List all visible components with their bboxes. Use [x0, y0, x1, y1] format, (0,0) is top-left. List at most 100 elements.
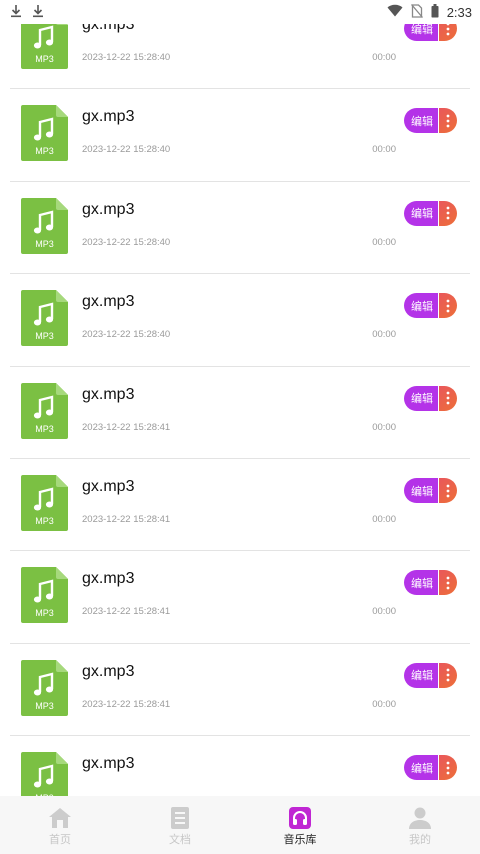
home-icon: [48, 807, 72, 829]
mp3-file-icon: MP3: [21, 567, 68, 624]
file-list-item[interactable]: MP3 gx.mp3 2023-12-22 15:28:40 00:00 编辑: [10, 89, 470, 182]
mp3-file-icon: MP3: [21, 659, 68, 716]
tab-user[interactable]: 我的: [360, 796, 480, 854]
file-type-label: MP3: [35, 331, 54, 342]
more-vertical-icon: [446, 761, 450, 775]
file-name: gx.mp3: [82, 200, 135, 218]
tab-label: 我的: [409, 834, 431, 846]
file-duration: 00:00: [372, 236, 396, 248]
mp3-file-icon: MP3: [21, 382, 68, 439]
row-actions: 编辑: [404, 200, 457, 226]
edit-button[interactable]: 编辑: [404, 755, 438, 781]
download-icon: [32, 4, 44, 21]
more-options-button[interactable]: [438, 662, 457, 688]
mp3-file-icon: MP3: [21, 752, 68, 796]
edit-button[interactable]: 编辑: [404, 108, 438, 134]
file-date: 2023-12-22 15:28:41: [82, 514, 171, 525]
more-vertical-icon: [446, 668, 450, 682]
file-date: 2023-12-22 15:28:40: [82, 329, 171, 341]
file-duration: 00:00: [372, 698, 396, 710]
file-date: 2023-12-22 15:28:40: [82, 144, 171, 156]
mp3-file-icon: MP3: [21, 197, 68, 254]
more-vertical-icon: [446, 114, 450, 128]
more-options-button[interactable]: [438, 385, 457, 411]
tab-home[interactable]: 首页: [0, 796, 120, 854]
bottom-tab-bar: 首页 文档 音乐库 我的: [0, 796, 480, 854]
file-type-label: MP3: [35, 54, 54, 64]
row-actions: 编辑: [404, 24, 457, 41]
edit-button[interactable]: 编辑: [404, 24, 438, 41]
tab-label: 文档: [169, 834, 191, 846]
file-name: gx.mp3: [82, 24, 135, 33]
document-icon: [168, 807, 192, 829]
tab-document[interactable]: 文档: [120, 796, 240, 854]
more-vertical-icon: [446, 391, 450, 405]
file-name: gx.mp3: [82, 755, 135, 773]
more-options-button[interactable]: [438, 570, 457, 596]
user-icon: [408, 807, 432, 829]
file-type-label: MP3: [35, 238, 54, 249]
file-list-item[interactable]: MP3 gx.mp3 2023-12-22 15:28:40 00:00 编辑: [10, 274, 470, 367]
file-list-item[interactable]: MP3 gx.mp3 编辑: [10, 736, 470, 796]
row-actions: 编辑: [404, 570, 457, 596]
file-name: gx.mp3: [82, 293, 135, 311]
more-options-button[interactable]: [438, 200, 457, 226]
more-vertical-icon: [446, 576, 450, 590]
edit-button[interactable]: 编辑: [404, 662, 438, 688]
more-vertical-icon: [446, 24, 450, 35]
more-options-button[interactable]: [438, 24, 457, 41]
mp3-file-icon: MP3: [21, 24, 68, 69]
file-duration: 00:00: [372, 144, 396, 156]
mp3-file-icon: MP3: [21, 290, 68, 347]
file-name: gx.mp3: [82, 385, 135, 403]
file-name: gx.mp3: [82, 570, 135, 588]
file-date: 2023-12-22 15:28:41: [82, 421, 171, 433]
battery-icon: [431, 3, 439, 21]
file-list-item[interactable]: MP3 gx.mp3 2023-12-22 15:28:41 00:00 编辑: [10, 459, 470, 552]
file-list-item[interactable]: MP3 gx.mp3 2023-12-22 15:28:41 00:00 编辑: [10, 644, 470, 737]
status-left: [10, 4, 44, 21]
file-list-item[interactable]: MP3 gx.mp3 2023-12-22 15:28:40 00:00 编辑: [10, 182, 470, 275]
row-actions: 编辑: [404, 385, 457, 411]
more-options-button[interactable]: [438, 755, 457, 781]
edit-button[interactable]: 编辑: [404, 200, 438, 226]
more-options-button[interactable]: [438, 108, 457, 134]
row-actions: 编辑: [404, 478, 457, 503]
edit-button[interactable]: 编辑: [404, 293, 438, 319]
status-time: 2:33: [446, 4, 472, 20]
edit-button[interactable]: 编辑: [404, 570, 438, 596]
mp3-file-icon: MP3: [21, 475, 68, 531]
status-right: 2:33: [387, 3, 472, 21]
tab-label: 音乐库: [283, 834, 317, 846]
music-library-screen: 2:33 MP3 gx.mp3 2023-12-22 15:28:40 00:00 编辑…: [0, 0, 480, 854]
tab-headphones[interactable]: 音乐库: [240, 796, 360, 854]
file-list-item[interactable]: MP3 gx.mp3 2023-12-22 15:28:40 00:00 编辑: [10, 24, 470, 90]
more-options-button[interactable]: [438, 293, 457, 319]
file-duration: 00:00: [372, 329, 396, 341]
file-duration: 00:00: [372, 421, 396, 433]
status-bar: 2:33: [0, 0, 480, 24]
row-actions: 编辑: [404, 755, 457, 781]
edit-button[interactable]: 编辑: [404, 385, 438, 411]
edit-button[interactable]: 编辑: [404, 478, 438, 503]
file-list[interactable]: MP3 gx.mp3 2023-12-22 15:28:40 00:00 编辑 MP3 gx…: [10, 24, 470, 796]
wifi-icon: [387, 4, 403, 20]
mp3-file-icon: MP3: [21, 105, 68, 162]
row-actions: 编辑: [404, 108, 457, 134]
file-date: 2023-12-22 15:28:40: [82, 236, 171, 248]
file-duration: 00:00: [372, 606, 396, 618]
more-vertical-icon: [446, 206, 450, 220]
row-actions: 编辑: [404, 662, 457, 688]
file-date: 2023-12-22 15:28:41: [82, 606, 171, 618]
file-type-label: MP3: [35, 146, 54, 157]
file-name: gx.mp3: [82, 478, 135, 495]
file-list-item[interactable]: MP3 gx.mp3 2023-12-22 15:28:41 00:00 编辑: [10, 367, 470, 459]
row-actions: 编辑: [404, 293, 457, 319]
more-options-button[interactable]: [438, 478, 457, 503]
file-date: 2023-12-22 15:28:41: [82, 698, 171, 710]
file-duration: 00:00: [372, 52, 396, 63]
more-vertical-icon: [446, 484, 450, 497]
file-name: gx.mp3: [82, 662, 135, 680]
tab-label: 首页: [49, 834, 71, 846]
file-list-item[interactable]: MP3 gx.mp3 2023-12-22 15:28:41 00:00 编辑: [10, 551, 470, 644]
